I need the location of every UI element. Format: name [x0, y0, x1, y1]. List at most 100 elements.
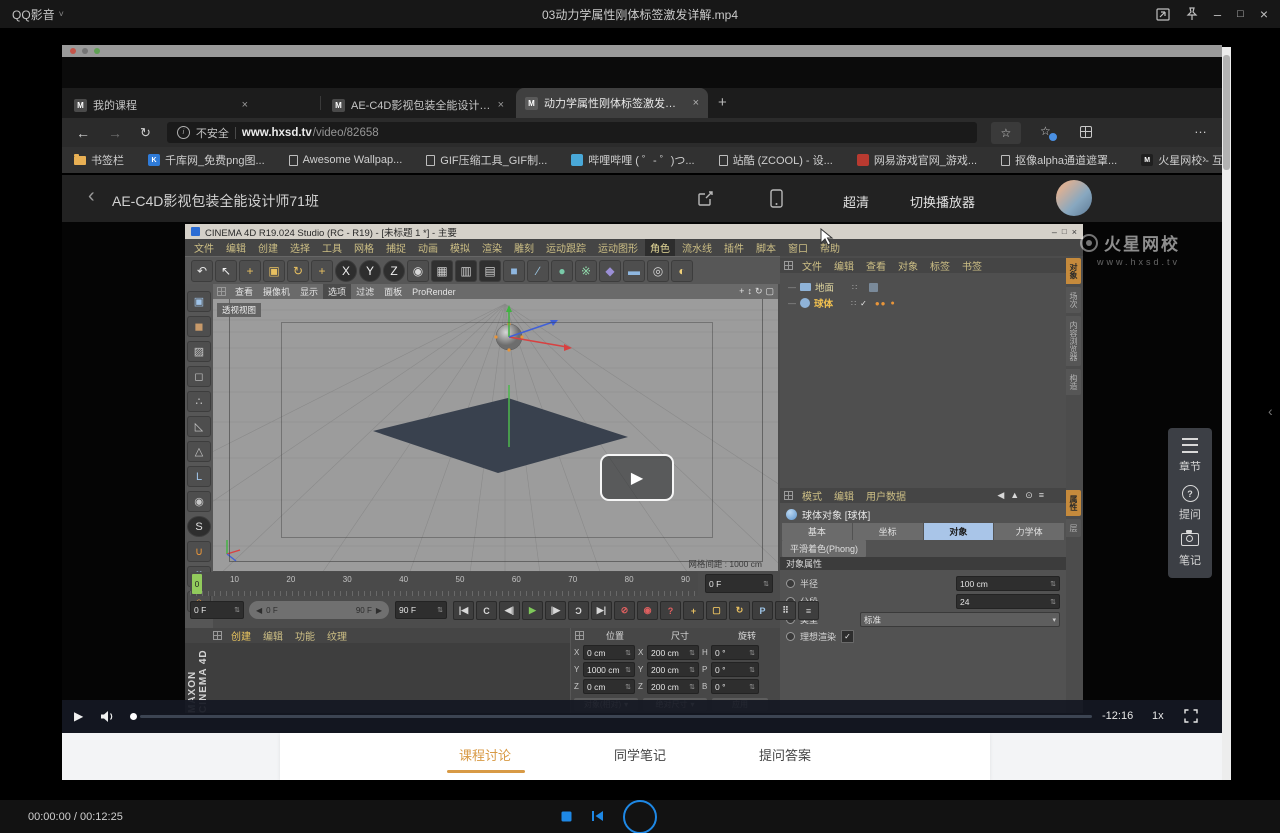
- c4d-menu-10[interactable]: 雕刻: [509, 239, 539, 256]
- transport-goto-end[interactable]: ▶|: [591, 601, 612, 620]
- c4d-menu-0[interactable]: 文件: [189, 239, 219, 256]
- reload-icon[interactable]: ↻: [140, 125, 151, 141]
- play-button[interactable]: [623, 800, 657, 833]
- attr-tab-0[interactable]: 基本: [782, 523, 852, 540]
- toolbar-lock-y-axis[interactable]: Y: [359, 260, 381, 282]
- am-icon-panel-menu[interactable]: ≡: [1039, 490, 1044, 501]
- attr-tab-1[interactable]: 坐标: [853, 523, 923, 540]
- frame-range-slider[interactable]: ◀ 0 F 90 F ▶: [249, 601, 389, 619]
- transport-record-keyframe[interactable]: ◉: [637, 601, 658, 620]
- rot-h-field[interactable]: 0 °⇅: [711, 645, 759, 660]
- transport-solo-toggle[interactable]: ≡: [798, 601, 819, 620]
- tag-icon[interactable]: [869, 283, 878, 292]
- pos-z-field[interactable]: 0 cm⇅: [583, 679, 635, 694]
- transport-loop-ccw[interactable]: C: [476, 601, 497, 620]
- bookmark-item[interactable]: Awesome Wallpap...: [289, 154, 403, 166]
- ideal-render-checkbox[interactable]: ✓: [841, 630, 854, 643]
- pos-y-field[interactable]: 1000 cm⇅: [583, 662, 635, 677]
- toolbar-add-mograph[interactable]: ※: [575, 260, 597, 282]
- vp-menu-1[interactable]: 摄像机: [258, 284, 295, 299]
- tab-qa[interactable]: 提问答案: [759, 745, 811, 764]
- share-icon[interactable]: [697, 190, 714, 207]
- am-menu-2[interactable]: 用户数据: [861, 487, 911, 504]
- palette-viewport-solo[interactable]: S: [187, 516, 211, 537]
- key-circle-icon[interactable]: [786, 579, 795, 588]
- c4d-menu-2[interactable]: 创建: [253, 239, 283, 256]
- c4d-menu-16[interactable]: 脚本: [751, 239, 781, 256]
- am-icon-search[interactable]: ⊙: [1025, 490, 1033, 501]
- phong-tab-button[interactable]: 平滑着色(Phong): [782, 540, 866, 557]
- toolbar-live-selection[interactable]: ↖: [215, 260, 237, 282]
- maximize-button[interactable]: □: [1237, 9, 1244, 20]
- palette-spline-pen[interactable]: L: [187, 466, 211, 487]
- info-icon[interactable]: i: [177, 126, 190, 139]
- object-row-selected[interactable]: — 球体 ∷ ✓ ●● ●: [780, 295, 1066, 311]
- url-field[interactable]: i 不安全 www.hxsd.tv /video/82658: [167, 122, 977, 143]
- om-menu-4[interactable]: 标签: [925, 257, 955, 274]
- toolbar-lock-z-axis[interactable]: Z: [383, 260, 405, 282]
- c4d-menu-3[interactable]: 选择: [285, 239, 315, 256]
- mini-mode-icon[interactable]: [1156, 8, 1170, 21]
- browser-tab[interactable]: M 我的课程 ×: [66, 92, 256, 118]
- size-z-field[interactable]: 200 cm⇅: [647, 679, 699, 694]
- transport-record-scale[interactable]: ▢: [706, 601, 727, 620]
- ask-question-button[interactable]: ? 提问: [1179, 485, 1201, 522]
- vp-menu-3[interactable]: 选项: [323, 284, 351, 299]
- toolbar-add-spline[interactable]: ∕: [527, 260, 549, 282]
- vp-tool-rotate-view[interactable]: ↻: [755, 286, 763, 297]
- stop-button[interactable]: [561, 811, 572, 822]
- new-tab-button[interactable]: +: [718, 94, 727, 111]
- toolbar-rotate-tool[interactable]: ↻: [287, 260, 309, 282]
- transport-autokey-help[interactable]: ?: [660, 601, 681, 620]
- transport-next-frame[interactable]: |▶: [545, 601, 566, 620]
- bookmarks-overflow-icon[interactable]: ›: [1202, 151, 1206, 166]
- stepper-icon[interactable]: ⇅: [1050, 580, 1056, 588]
- toolbar-move-tool[interactable]: +: [239, 260, 261, 282]
- vp-tool-pan-tool[interactable]: +: [739, 286, 744, 297]
- minimize-button[interactable]: –: [1214, 8, 1221, 21]
- c4d-menu-14[interactable]: 流水线: [677, 239, 717, 256]
- quality-button[interactable]: 超清: [843, 192, 869, 211]
- c4d-minimize-icon[interactable]: –: [1052, 227, 1057, 237]
- om-side-tab-2[interactable]: 内容浏览器: [1066, 316, 1081, 366]
- transport-record-pla[interactable]: ⠿: [775, 601, 796, 620]
- c4d-menu-13[interactable]: 角色: [645, 239, 675, 256]
- bookmark-item[interactable]: M火星网校 - 互联网...: [1141, 152, 1222, 168]
- toolbar-add-light[interactable]: ◐: [671, 260, 693, 282]
- back-icon[interactable]: ←: [76, 125, 90, 141]
- toolbar-add-generator[interactable]: ●: [551, 260, 573, 282]
- om-menu-1[interactable]: 编辑: [829, 257, 859, 274]
- mat-menu-1[interactable]: 编辑: [258, 627, 288, 644]
- om-side-tab-3[interactable]: 构造: [1066, 369, 1081, 395]
- c4d-menu-11[interactable]: 运动跟踪: [541, 239, 591, 256]
- om-menu-2[interactable]: 查看: [861, 257, 891, 274]
- vp-tool-zoom-tool[interactable]: ↕: [747, 286, 752, 297]
- palette-make-editable[interactable]: ▣: [187, 291, 211, 312]
- viewport-label[interactable]: 透视视图: [217, 303, 261, 317]
- close-button[interactable]: ×: [1260, 7, 1268, 21]
- visibility-dots[interactable]: ∷: [851, 299, 856, 308]
- current-frame-field[interactable]: 0 F⇅: [705, 574, 773, 593]
- transport-goto-start[interactable]: |◀: [453, 601, 474, 620]
- om-side-tab-0[interactable]: 对象: [1066, 258, 1081, 284]
- back-chevron-icon[interactable]: ‹: [88, 185, 95, 208]
- key-circle-icon[interactable]: [786, 632, 795, 641]
- size-y-field[interactable]: 200 cm⇅: [647, 662, 699, 677]
- bookmark-item[interactable]: 站酷 (ZCOOL) - 设...: [719, 152, 833, 168]
- vp-menu-5[interactable]: 面板: [379, 284, 407, 299]
- vp-tool-toggle-view[interactable]: ▢: [765, 286, 774, 297]
- frame-start-field[interactable]: 0 F⇅: [190, 601, 244, 619]
- toolbar-last-tool[interactable]: +: [311, 260, 333, 282]
- switch-player-button[interactable]: 切换播放器: [910, 192, 975, 211]
- rot-b-field[interactable]: 0 °⇅: [711, 679, 759, 694]
- c4d-menu-9[interactable]: 渲染: [477, 239, 507, 256]
- transport-record-position[interactable]: +: [683, 601, 704, 620]
- page-scrollbar-track[interactable]: [1222, 47, 1231, 780]
- c4d-menu-4[interactable]: 工具: [317, 239, 347, 256]
- progress-track[interactable]: [140, 715, 1092, 718]
- tab-discussion[interactable]: 课程讨论: [459, 745, 511, 764]
- mat-menu-2[interactable]: 功能: [290, 627, 320, 644]
- om-menu-5[interactable]: 书签: [957, 257, 987, 274]
- toolbar-render-picture-viewer[interactable]: ▥: [455, 260, 477, 282]
- size-x-field[interactable]: 200 cm⇅: [647, 645, 699, 660]
